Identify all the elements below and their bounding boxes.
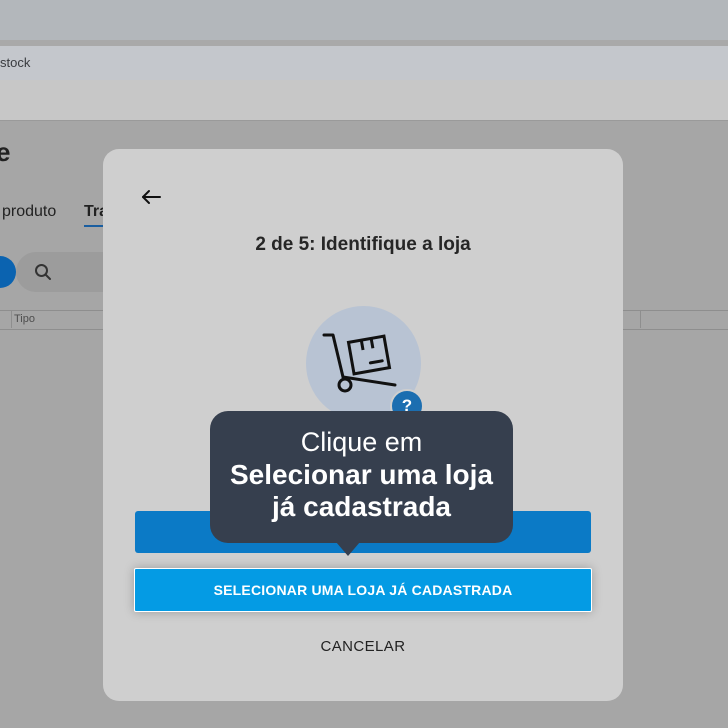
- modal-title: 2 de 5: Identifique a loja: [255, 234, 471, 255]
- tab-produto[interactable]: produto: [2, 203, 56, 221]
- address-text: stock: [0, 55, 31, 70]
- browser-toolbar: [0, 80, 728, 121]
- cancel-button[interactable]: CANCELAR: [103, 638, 623, 655]
- tooltip-line-3: já cadastrada: [272, 491, 451, 522]
- instruction-tooltip: Clique em Selecionar uma loja já cadastr…: [210, 411, 513, 543]
- arrow-left-icon[interactable]: [139, 185, 163, 209]
- column-divider: [640, 310, 641, 328]
- tooltip-line-2: Selecionar uma loja: [230, 459, 493, 490]
- search-icon: [35, 264, 51, 280]
- page-title: e: [0, 137, 11, 167]
- address-bar[interactable]: [0, 46, 728, 80]
- tooltip-highlight: Selecionar uma loja já cadastrada: [210, 459, 513, 523]
- select-existing-store-button[interactable]: SELECIONAR UMA LOJA JÁ CADASTRADA: [134, 568, 592, 612]
- column-divider: [11, 310, 12, 328]
- hand-truck-box-icon: [322, 333, 397, 393]
- tooltip-line-1: Clique em: [300, 427, 423, 457]
- browser-tab-bar: [0, 0, 728, 40]
- column-tipo: Tipo: [14, 313, 35, 325]
- tooltip-pointer: [336, 542, 360, 556]
